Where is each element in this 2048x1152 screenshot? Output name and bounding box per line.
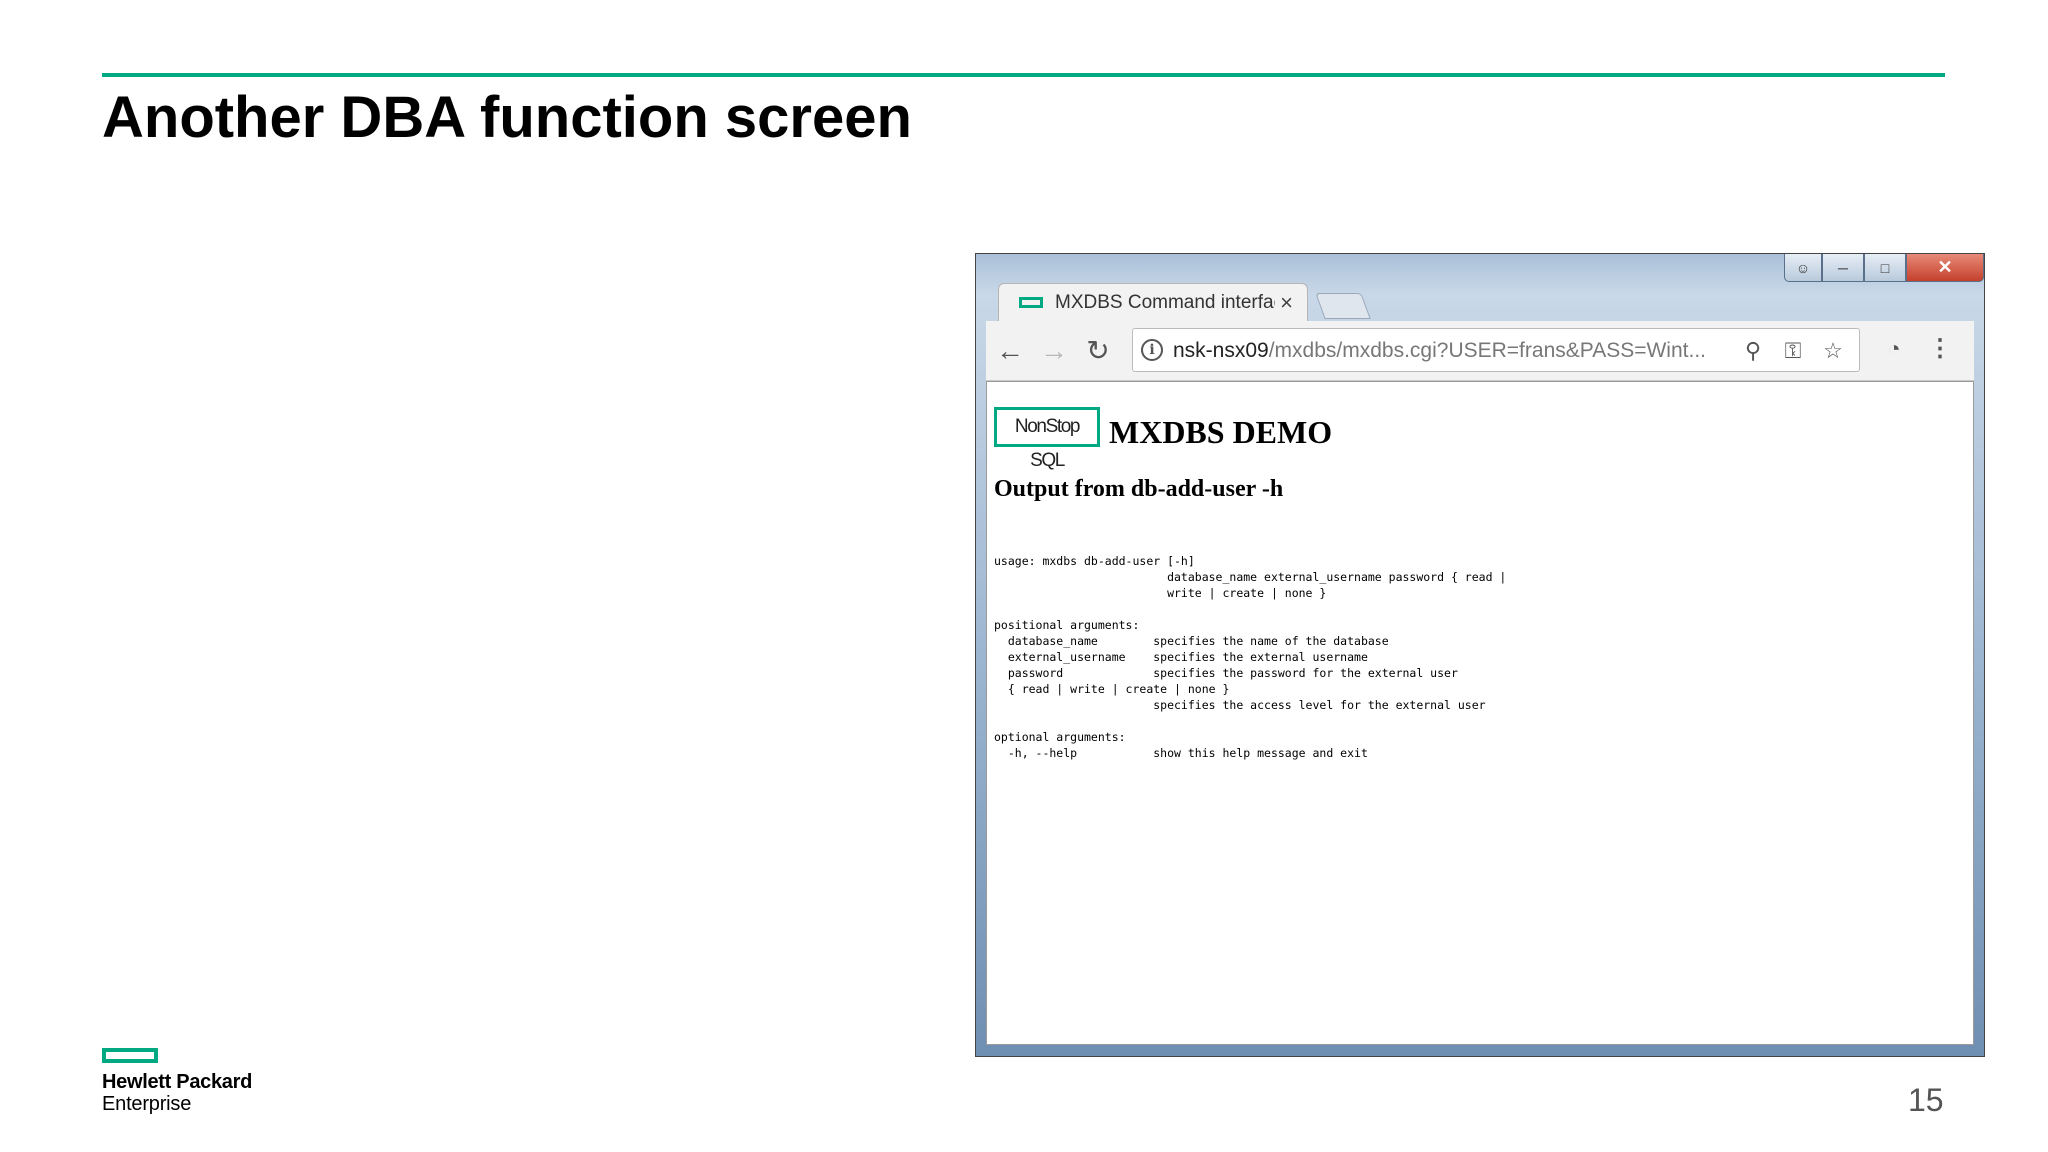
output-line: external_username specifies the external… <box>994 650 1368 664</box>
minimize-button[interactable]: ─ <box>1822 254 1864 282</box>
new-tab-button[interactable] <box>1315 293 1371 319</box>
zoom-icon[interactable]: ⚲ <box>1739 337 1767 365</box>
user-icon[interactable]: ☺ <box>1784 254 1822 282</box>
output-line: database_name specifies the name of the … <box>994 634 1389 648</box>
brand-line-2: Enterprise <box>102 1093 192 1115</box>
key-icon[interactable]: ⚿ <box>1779 337 1807 365</box>
speedometer-icon[interactable]: ◔ <box>1880 335 1908 363</box>
output-line: specifies the access level for the exter… <box>994 698 1486 712</box>
reload-icon[interactable]: ↻ <box>1080 333 1116 369</box>
output-line: write | create | none } <box>994 586 1327 600</box>
url-path: /mxdbs/mxdbs.cgi?USER=frans&PASS=Wint... <box>1268 339 1706 362</box>
address-bar[interactable]: i nsk-nsx09/mxdbs/mxdbs.cgi?USER=frans&P… <box>1132 328 1860 372</box>
hpe-favicon-icon <box>1019 297 1043 308</box>
page-content: NonStop SQL MXDBS DEMO Output from db-ad… <box>986 381 1974 1045</box>
browser-toolbar: ← → ↻ i nsk-nsx09/mxdbs/mxdbs.cgi?USER=f… <box>986 321 1974 381</box>
tab-close-icon[interactable]: × <box>1280 290 1293 316</box>
star-icon[interactable]: ☆ <box>1819 337 1847 365</box>
output-line: positional arguments: <box>994 618 1140 632</box>
url-host: nsk-nsx09 <box>1173 339 1269 362</box>
kebab-menu-icon[interactable]: ⋮ <box>1926 335 1954 363</box>
hpe-element-icon <box>102 1048 158 1063</box>
back-arrow-icon[interactable]: ← <box>992 333 1028 369</box>
output-line: password specifies the password for the … <box>994 666 1458 680</box>
tab-strip: MXDBS Command interface × <box>986 283 1976 321</box>
hpe-logo: Hewlett Packard Enterprise <box>102 1048 252 1115</box>
close-window-button[interactable]: ✕ <box>1906 254 1984 282</box>
command-output: usage: mxdbs db-add-user [-h] database_n… <box>994 553 1506 761</box>
tab-title: MXDBS Command interface <box>1055 291 1275 313</box>
page-subheading: Output from db-add-user -h <box>994 476 1284 502</box>
output-line: -h, --help show this help message and ex… <box>994 746 1368 760</box>
title-rule <box>102 73 1945 77</box>
url-text[interactable]: nsk-nsx09/mxdbs/mxdbs.cgi?USER=frans&PAS… <box>1173 339 1706 363</box>
output-line: usage: mxdbs db-add-user [-h] <box>994 554 1195 568</box>
page-heading: MXDBS DEMO <box>1109 414 1333 450</box>
output-line: database_name external_username password… <box>994 570 1507 584</box>
output-line: { read | write | create | none } <box>994 682 1230 696</box>
browser-window: ☺ ─ □ ✕ MXDBS Command interface × ← → ↻ … <box>975 253 1985 1057</box>
brand-line-1: Hewlett Packard <box>102 1071 253 1093</box>
slide-title: Another DBA function screen <box>102 85 912 150</box>
forward-arrow-icon[interactable]: → <box>1036 333 1072 369</box>
info-icon[interactable]: i <box>1141 339 1163 361</box>
nonstop-sql-logo: NonStop SQL <box>994 407 1100 471</box>
browser-tab[interactable]: MXDBS Command interface × <box>998 283 1308 321</box>
output-line: optional arguments: <box>994 730 1126 744</box>
window-controls: ☺ ─ □ ✕ <box>1784 254 1984 282</box>
maximize-button[interactable]: □ <box>1864 254 1906 282</box>
page-number: 15 <box>1908 1082 1944 1118</box>
